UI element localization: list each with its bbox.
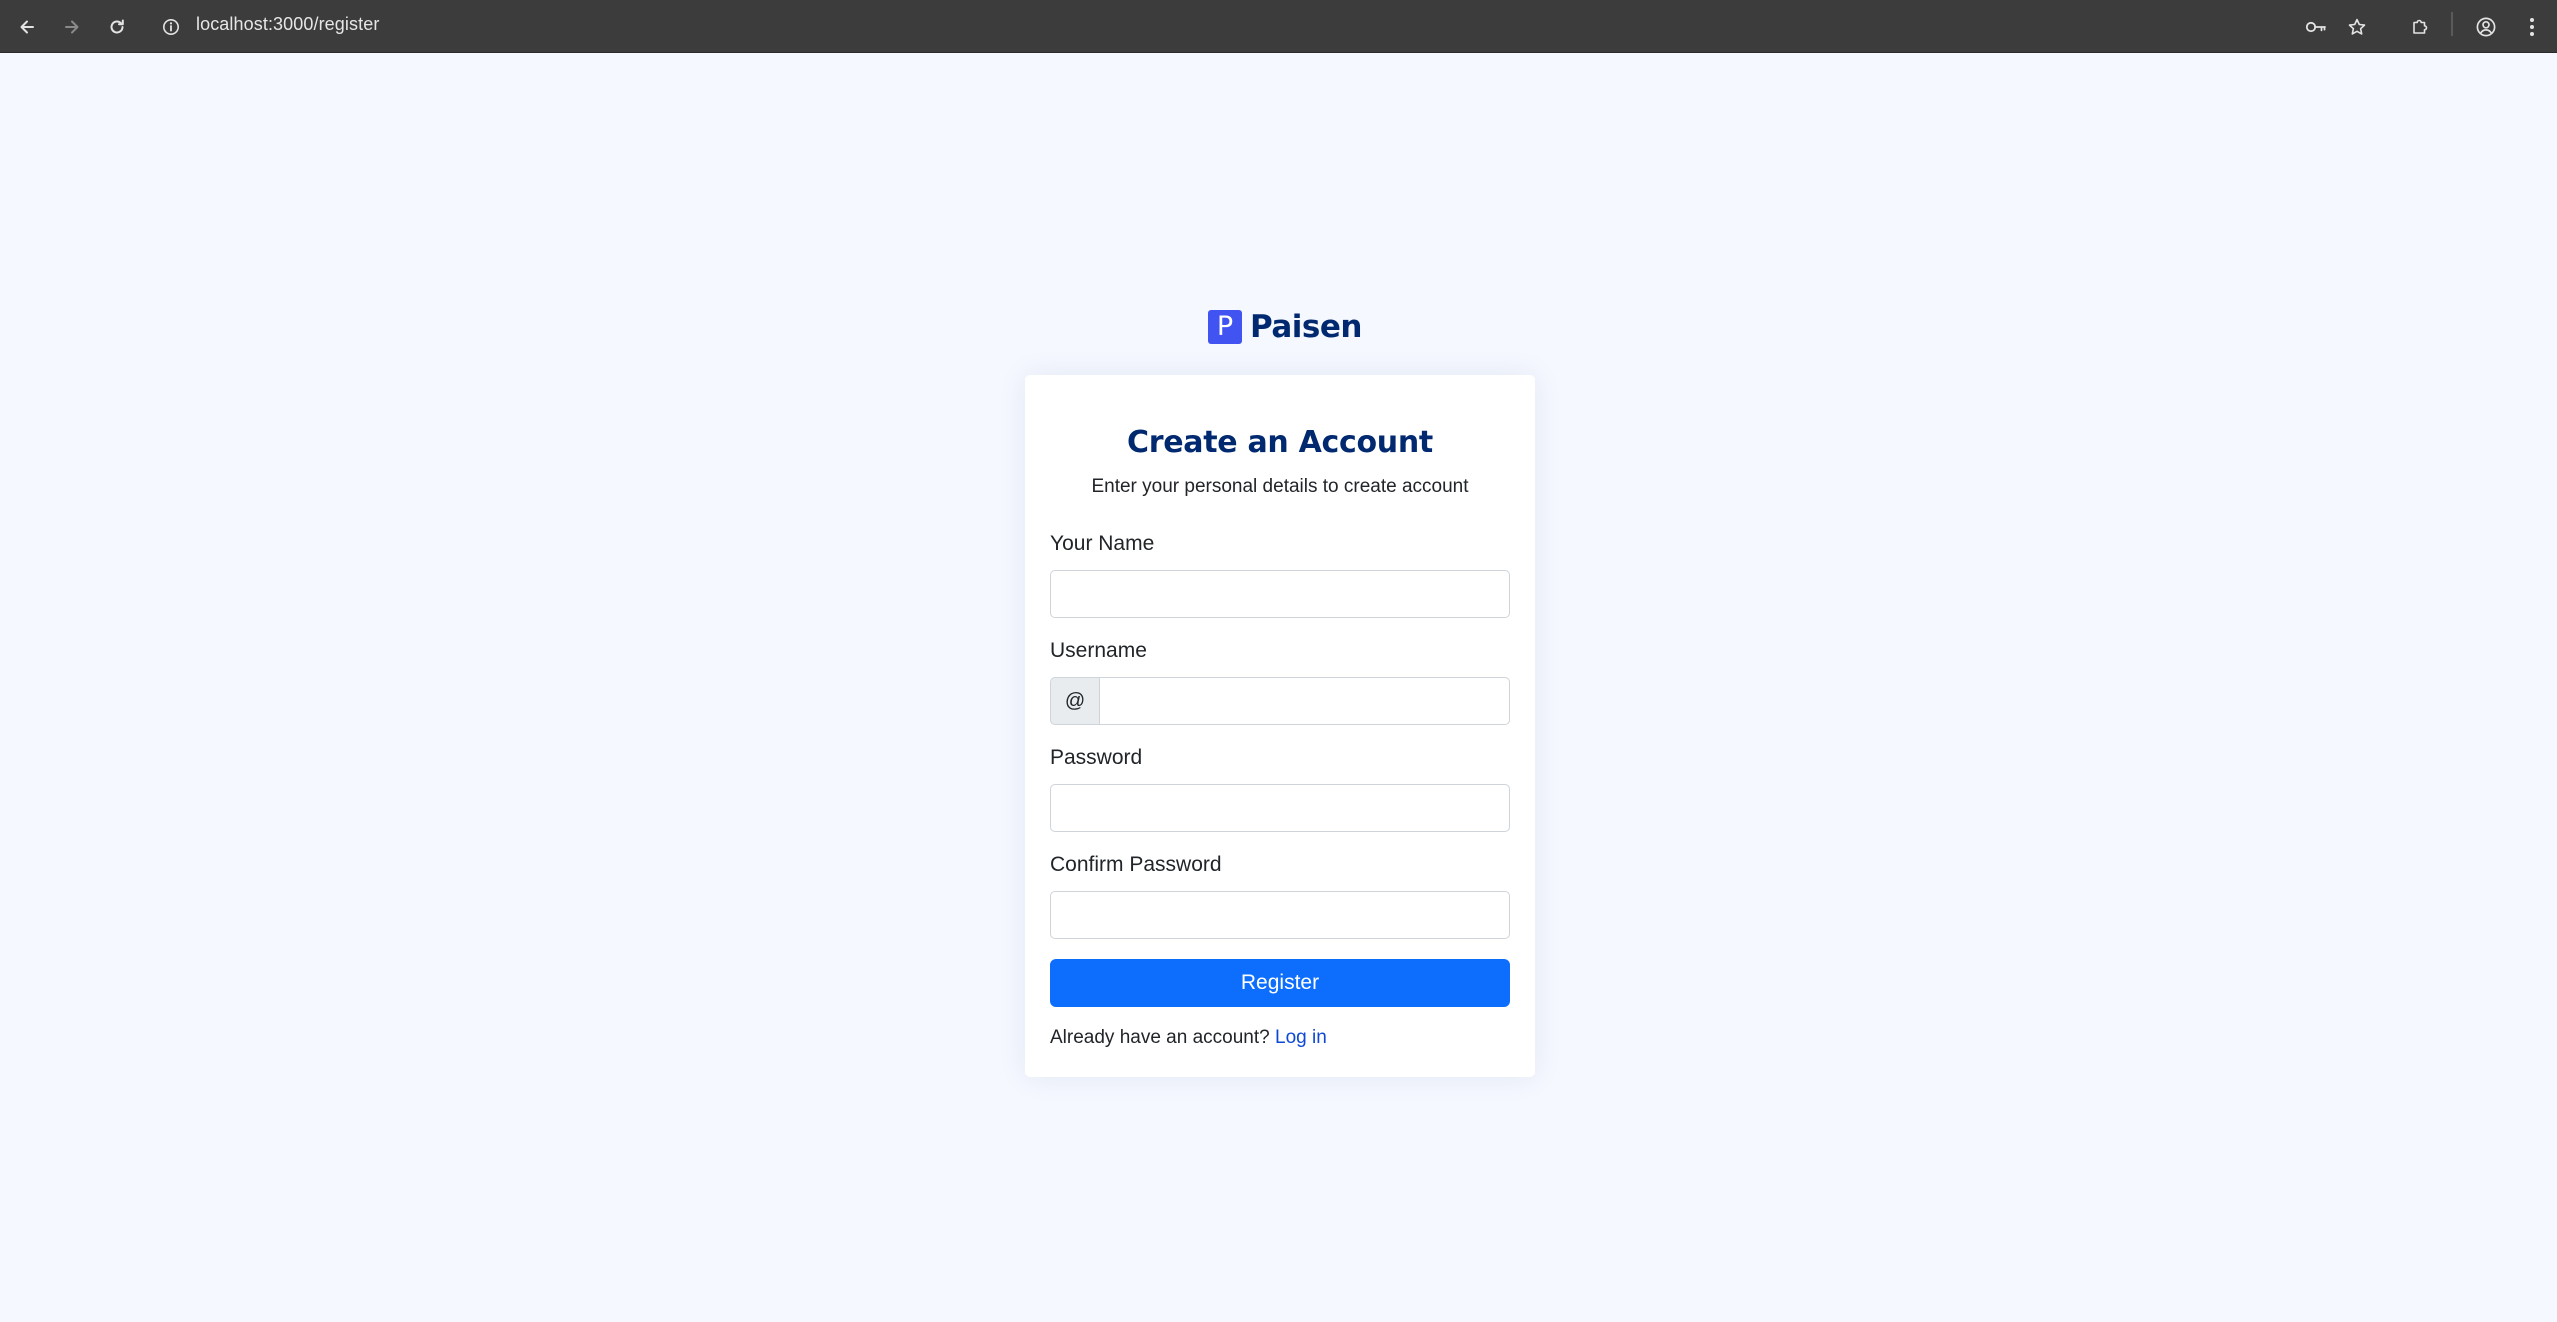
- brand-logo[interactable]: P Paisen: [1208, 308, 1362, 346]
- menu-dots-icon[interactable]: [2515, 10, 2549, 44]
- page-title: Create an Account: [1127, 425, 1433, 460]
- address-bar-url[interactable]: localhost:3000/register: [196, 12, 379, 36]
- login-link[interactable]: Log in: [1275, 1027, 1327, 1048]
- reload-icon[interactable]: [100, 10, 134, 44]
- site-info-icon[interactable]: [154, 10, 188, 44]
- username-label: Username: [1050, 639, 1147, 662]
- extensions-icon[interactable]: [2403, 10, 2437, 44]
- register-button[interactable]: Register: [1050, 959, 1510, 1007]
- confirm-password-label: Confirm Password: [1050, 853, 1222, 876]
- password-key-icon[interactable]: [2299, 10, 2333, 44]
- bookmark-star-icon[interactable]: [2340, 10, 2374, 44]
- password-label: Password: [1050, 746, 1143, 769]
- at-sign-prefix: @: [1050, 677, 1099, 725]
- username-field[interactable]: [1099, 677, 1510, 725]
- name-field[interactable]: [1050, 570, 1510, 618]
- register-card: Create an Account Enter your personal de…: [1025, 375, 1535, 1077]
- back-arrow-icon[interactable]: [10, 10, 44, 44]
- username-input-group: @: [1050, 677, 1510, 725]
- page-subtitle: Enter your personal details to create ac…: [1091, 476, 1469, 497]
- brand-name: Paisen: [1250, 309, 1362, 345]
- login-prompt-text: Already have an account?: [1050, 1027, 1270, 1048]
- brand-mark-icon: P: [1208, 310, 1242, 344]
- toolbar-divider: [2451, 12, 2453, 36]
- password-field[interactable]: [1050, 784, 1510, 832]
- profile-icon[interactable]: [2469, 10, 2503, 44]
- name-label: Your Name: [1050, 532, 1155, 555]
- browser-toolbar: localhost:3000/register: [0, 0, 2557, 53]
- forward-arrow-icon[interactable]: [55, 10, 89, 44]
- login-prompt: Already have an account? Log in: [1050, 1027, 1327, 1049]
- confirm-password-field[interactable]: [1050, 891, 1510, 939]
